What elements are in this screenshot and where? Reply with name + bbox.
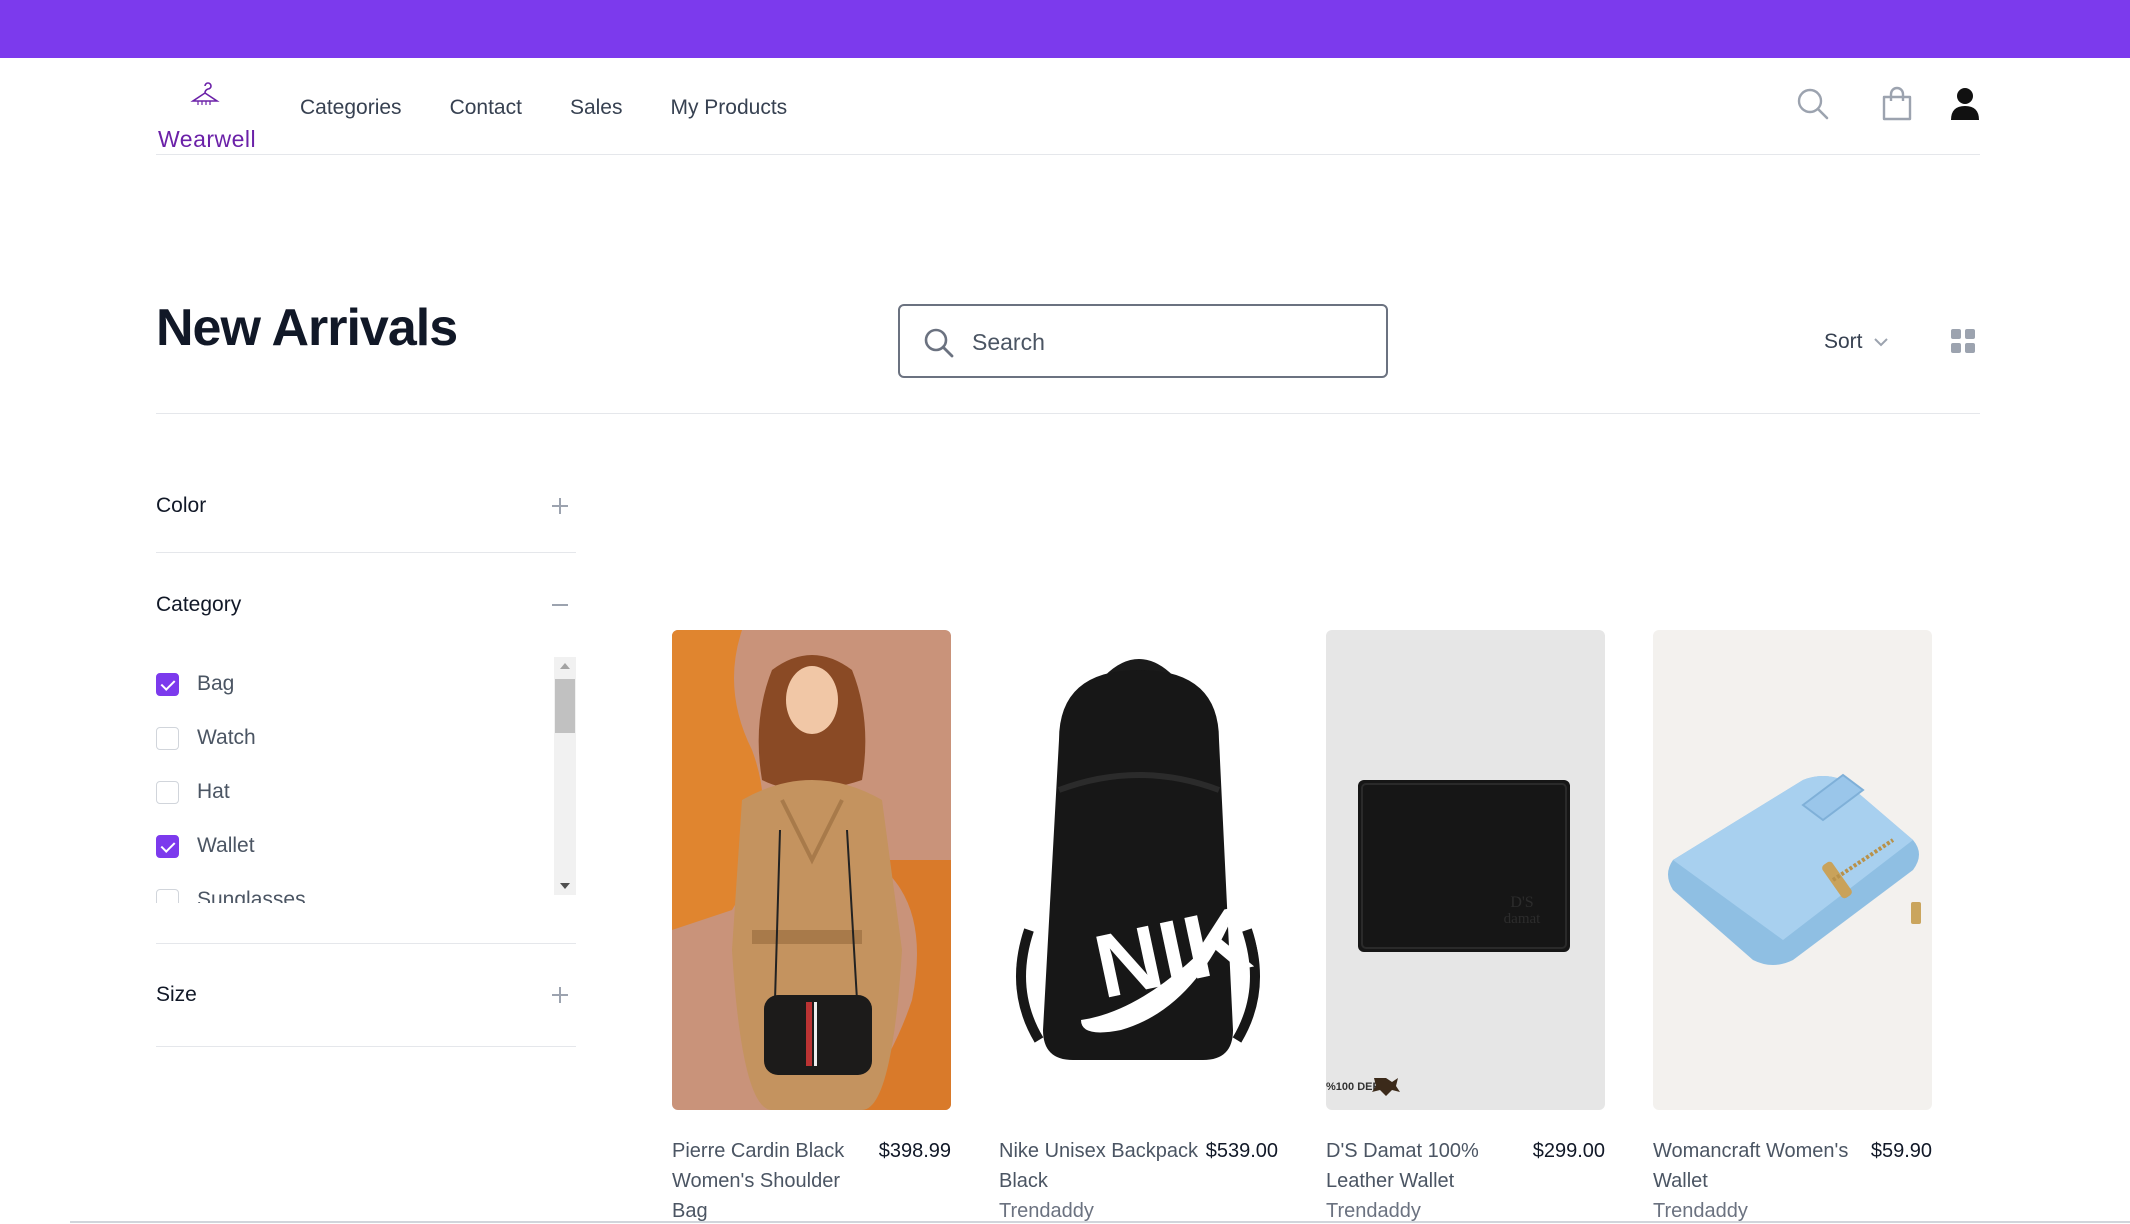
svg-text:D'S: D'S	[1510, 894, 1533, 911]
main-nav: Categories Contact Sales My Products	[300, 96, 787, 120]
header-divider	[156, 413, 1980, 414]
checkbox[interactable]	[156, 780, 179, 804]
product-info: Nike Unisex Backpack Black Trendaddy $53…	[999, 1136, 1278, 1224]
product-search	[898, 304, 1388, 378]
filter-title: Color	[156, 494, 207, 517]
page-title: New Arrivals	[156, 299, 458, 357]
product-info: D'S Damat 100% Leather Wallet Trendaddy …	[1326, 1136, 1605, 1224]
search-input[interactable]	[972, 320, 1372, 364]
product-name[interactable]: Pierre Cardin Black Women's Shoulder Bag	[672, 1136, 873, 1224]
product-card[interactable]: NIKE Nike Unisex Backpack Black Trendadd…	[999, 630, 1278, 1224]
product-name[interactable]: Nike Unisex Backpack Black	[999, 1136, 1200, 1196]
category-label: Hat	[197, 780, 230, 803]
top-accent-bar	[0, 0, 2130, 58]
category-option-sunglasses[interactable]: Sunglasses	[156, 873, 556, 903]
category-label: Bag	[197, 672, 235, 695]
sort-label: Sort	[1824, 330, 1863, 353]
nav-link-my-products[interactable]: My Products	[670, 96, 787, 120]
product-card[interactable]: D'S damat %100 DERİ D'S Damat 100% Leath…	[1326, 630, 1605, 1224]
category-option-bag[interactable]: Bag	[156, 657, 556, 711]
chevron-down-icon	[1873, 338, 1888, 347]
brand-name: Wearwell	[158, 126, 257, 152]
bottom-border	[70, 1221, 2130, 1223]
category-label: Wallet	[197, 834, 255, 857]
product-info: Pierre Cardin Black Women's Shoulder Bag…	[672, 1136, 951, 1224]
product-price: $539.00	[1205, 1140, 1278, 1162]
checkbox[interactable]	[156, 888, 179, 903]
filter-color: Color	[156, 460, 576, 553]
filter-title: Size	[156, 983, 197, 1006]
nav-link-sales[interactable]: Sales	[570, 96, 623, 120]
svg-text:damat: damat	[1504, 911, 1541, 927]
plus-icon	[552, 987, 568, 1003]
product-name[interactable]: D'S Damat 100% Leather Wallet	[1326, 1136, 1527, 1196]
checkbox[interactable]	[156, 726, 179, 750]
product-name[interactable]: Womancraft Women's Wallet	[1653, 1136, 1865, 1196]
category-option-hat[interactable]: Hat	[156, 765, 556, 819]
product-brand: Trendaddy	[999, 1200, 1094, 1222]
product-price: $59.90	[1870, 1140, 1932, 1162]
scroll-up-icon[interactable]	[560, 663, 570, 669]
product-image[interactable]	[1653, 630, 1932, 1110]
checkbox[interactable]	[156, 672, 179, 696]
user-icon[interactable]	[1950, 87, 1980, 121]
plus-icon	[552, 498, 568, 514]
sort-dropdown[interactable]: Sort	[1824, 330, 1889, 354]
product-price: $398.99	[878, 1140, 951, 1162]
category-options: Bag Watch Hat Wallet Sunglasses	[156, 657, 576, 903]
product-grid: Pierre Cardin Black Women's Shoulder Bag…	[672, 630, 1932, 1224]
filter-title: Category	[156, 593, 242, 616]
hanger-icon	[190, 82, 220, 105]
product-brand: Trendaddy	[1326, 1200, 1421, 1222]
filter-size-toggle[interactable]: Size	[156, 944, 576, 1046]
filter-color-toggle[interactable]: Color	[156, 460, 576, 552]
product-image[interactable]	[672, 630, 951, 1110]
search-icon[interactable]	[1796, 87, 1830, 121]
shopping-bag-icon[interactable]	[1880, 86, 1914, 122]
category-option-watch[interactable]: Watch	[156, 711, 556, 765]
category-label: Watch	[197, 726, 256, 749]
brand-logo[interactable]: Wearwell	[156, 80, 256, 152]
scrollbar-thumb[interactable]	[555, 679, 575, 733]
product-card[interactable]: Pierre Cardin Black Women's Shoulder Bag…	[672, 630, 951, 1224]
product-brand: Trendaddy	[1653, 1200, 1748, 1222]
category-list: Bag Watch Hat Wallet Sunglasses	[156, 657, 556, 903]
scroll-down-icon[interactable]	[560, 883, 570, 889]
filter-category: Category Bag Watch Hat Wallet Sunglasses	[156, 553, 576, 944]
checkbox[interactable]	[156, 834, 179, 858]
grid-view-icon[interactable]	[1950, 328, 1976, 354]
nav-link-contact[interactable]: Contact	[450, 96, 522, 120]
navbar: Wearwell Categories Contact Sales My Pro…	[156, 58, 1980, 155]
filter-size: Size	[156, 944, 576, 1047]
filters-sidebar: Color Category Bag Watch Hat Wallet Sunglass…	[156, 460, 576, 1047]
category-label: Sunglasses	[197, 888, 306, 903]
product-info: Womancraft Women's Wallet Trendaddy $59.…	[1653, 1136, 1932, 1224]
nav-link-categories[interactable]: Categories	[300, 96, 402, 120]
category-option-wallet[interactable]: Wallet	[156, 819, 556, 873]
filter-category-toggle[interactable]: Category	[156, 553, 576, 657]
product-image[interactable]: D'S damat %100 DERİ	[1326, 630, 1605, 1110]
product-price: $299.00	[1532, 1140, 1605, 1162]
nav-actions	[1796, 86, 1980, 122]
product-card[interactable]: Womancraft Women's Wallet Trendaddy $59.…	[1653, 630, 1932, 1224]
search-icon	[924, 328, 954, 358]
minus-icon	[552, 604, 568, 606]
product-image[interactable]: NIKE	[999, 630, 1278, 1110]
category-scrollbar[interactable]	[554, 657, 576, 895]
